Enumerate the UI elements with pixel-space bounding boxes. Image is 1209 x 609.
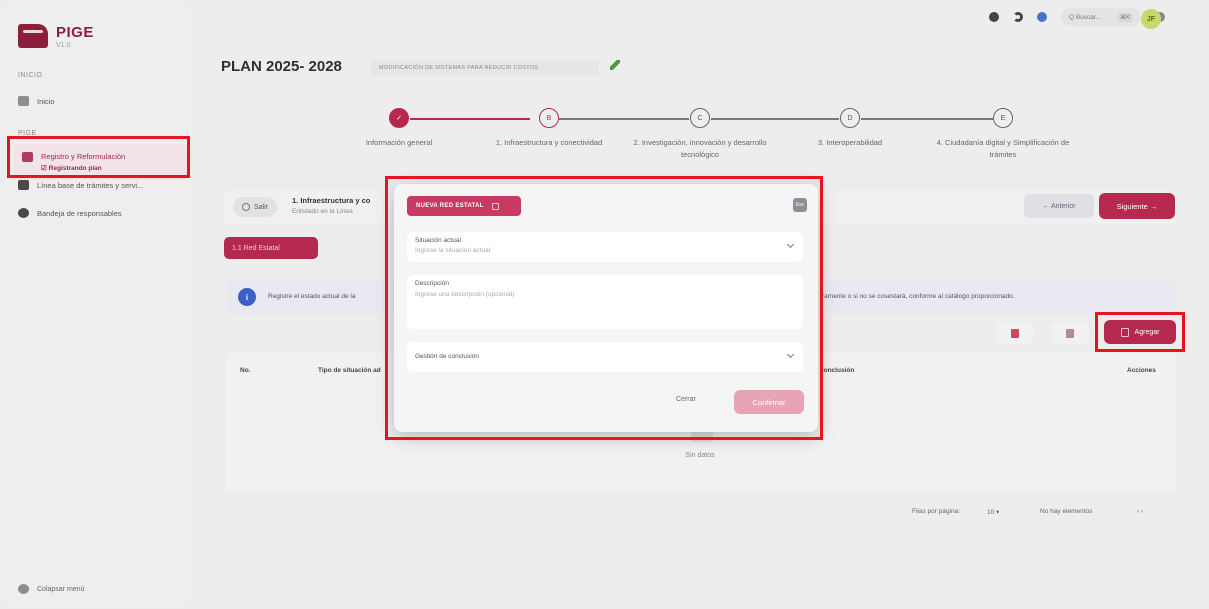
step-circle: E <box>993 108 1013 128</box>
rows-per-page-select[interactable]: 10 ▾ <box>987 508 999 516</box>
search-placeholder: Q Buscar... <box>1069 13 1102 21</box>
close-dialog-button[interactable]: Esc <box>793 198 807 212</box>
agregar-label: Agregar <box>1134 328 1160 336</box>
sidebar-item-label: Registro y Reformulación <box>41 152 126 161</box>
info-text-continued: ramente o si no se cosestará, conforme a… <box>822 293 1015 300</box>
pagination-nav[interactable]: ‹ › <box>1137 508 1143 515</box>
app-name: PIGE <box>56 24 94 41</box>
plan-chip: MODIFICACIÓN DE SISTEMAS PARA REDUCIR CO… <box>371 60 599 76</box>
sidebar-item-sublabel: ☑ Registrando plan <box>41 165 102 172</box>
app-logo[interactable]: PIGE V1.0 <box>18 24 94 49</box>
field-label: Gestión de conclusión <box>415 353 479 360</box>
sidebar-item-label: Inicio <box>37 96 55 106</box>
topbar: Q Buscar... ⌘K <box>989 8 1165 26</box>
home-icon <box>18 96 29 106</box>
info-text: Registre el estado actual de la <box>268 293 356 300</box>
sidebar-item-bandeja[interactable]: Bandeja de responsables <box>18 208 122 218</box>
sidebar-item-registro[interactable]: Registro y Reformulación ☑ Registrando p… <box>14 144 188 180</box>
situacion-actual-select[interactable]: Situación actual Ingrese la situación ac… <box>407 232 803 262</box>
column-header: Tipo de situación ad <box>318 367 381 374</box>
gestion-conclusion-select[interactable]: Gestión de conclusión <box>407 342 803 372</box>
page-title: PLAN 2025- 2028 <box>221 58 342 75</box>
step-check-icon: ✓ <box>389 108 409 128</box>
pagination-range: No hay elementos <box>1040 508 1093 515</box>
section-inicio: INICIO <box>18 72 43 79</box>
salir-button[interactable]: Salir <box>233 197 277 217</box>
field-label: Descripción <box>415 280 449 287</box>
step-infraestructura[interactable]: B 1. Infraestructura y conectividad <box>474 108 624 149</box>
step-circle: D <box>840 108 860 128</box>
app-version: V1.0 <box>56 42 71 49</box>
step-circle: C <box>690 108 710 128</box>
info-icon: i <box>238 288 256 306</box>
step-circle: B <box>539 108 559 128</box>
search-input[interactable]: Q Buscar... ⌘K <box>1061 8 1141 26</box>
logo-icon <box>18 24 48 48</box>
anterior-button[interactable]: ← Anterior <box>1024 194 1094 218</box>
confirmar-button[interactable]: Confirmar <box>734 390 804 414</box>
pencil-icon[interactable] <box>610 60 620 70</box>
dialog-title: NUEVA RED ESTATAL <box>416 203 484 209</box>
avatar[interactable]: JF <box>1141 9 1161 29</box>
dialog-title-chip: NUEVA RED ESTATAL <box>407 196 521 216</box>
nueva-red-estatal-dialog: NUEVA RED ESTATAL Esc Situación actual I… <box>394 184 818 432</box>
step-informacion-general[interactable]: ✓ Información general <box>324 108 474 149</box>
document-icon <box>22 152 33 162</box>
step-interoperabilidad[interactable]: D 3. Interoperabilidad <box>775 108 925 149</box>
sidebar-item-linea-base[interactable]: Línea base de trámites y servi... <box>18 180 143 190</box>
collapse-icon <box>18 584 29 594</box>
collapse-menu-button[interactable]: Colapsar menú <box>18 584 84 594</box>
section-title: 1. Infraestructura y co <box>292 196 371 205</box>
monitor-icon[interactable] <box>1037 12 1047 22</box>
collapse-label: Colapsar menú <box>37 585 85 593</box>
tab-red-estatal[interactable]: 1.1 Red Estatal <box>224 237 318 259</box>
moon-icon[interactable] <box>1013 12 1023 22</box>
column-header: Acciones <box>1127 367 1156 374</box>
sidebar-item-label: Línea base de trámites y servi... <box>37 180 144 190</box>
sidebar: PIGE V1.0 INICIO Inicio PIGE Registro y … <box>4 4 189 605</box>
descripcion-textarea[interactable]: Descripción Ingrese una descripción (opc… <box>407 275 803 329</box>
field-placeholder: Ingrese una descripción (opcional) <box>415 291 515 298</box>
chevron-down-icon <box>786 350 795 359</box>
export-pdf-button[interactable] <box>996 322 1034 344</box>
chevron-down-icon <box>786 240 795 249</box>
cerrar-button[interactable]: Cerrar <box>676 396 696 403</box>
briefcase-icon <box>18 180 29 190</box>
spreadsheet-icon <box>1066 328 1074 338</box>
users-icon <box>18 208 29 218</box>
section-pige: PIGE <box>18 130 37 137</box>
exit-icon <box>241 203 250 211</box>
field-placeholder: Ingrese la situación actual <box>415 247 491 254</box>
section-subtitle: Enlistado en la Línea <box>292 208 353 215</box>
search-shortcut: ⌘K <box>1116 12 1133 22</box>
step-label: 3. Interoperabilidad <box>817 138 883 147</box>
siguiente-button[interactable]: Siguiente → <box>1099 193 1175 219</box>
sun-icon[interactable] <box>989 12 999 22</box>
pdf-icon <box>1011 328 1019 338</box>
step-ciudadania-digital[interactable]: E 4. Ciudadanía digital y Simplificación… <box>928 108 1078 161</box>
step-label: 1. Infraestructura y conectividad <box>495 138 603 147</box>
column-header: No. <box>240 367 251 374</box>
step-label: Información general <box>365 138 433 147</box>
step-label: 2. Investigación, innovación y desarroll… <box>633 138 767 159</box>
agregar-button[interactable]: Agregar <box>1104 320 1176 344</box>
network-icon <box>491 202 499 210</box>
step-label: 4. Ciudadanía digital y Simplificación d… <box>936 138 1070 159</box>
step-investigacion[interactable]: C 2. Investigación, innovación y desarro… <box>625 108 775 161</box>
empty-state-text: Sin datos <box>685 452 715 459</box>
sidebar-item-label: Bandeja de responsables <box>37 208 122 218</box>
column-header: conclusión <box>820 367 855 374</box>
field-label: Situación actual <box>415 237 461 244</box>
rows-per-page-label: Filas por página: <box>912 508 961 515</box>
sidebar-item-inicio[interactable]: Inicio <box>18 96 55 106</box>
add-icon <box>1120 327 1129 337</box>
salir-label: Salir <box>253 203 268 211</box>
export-excel-button[interactable] <box>1051 322 1089 344</box>
